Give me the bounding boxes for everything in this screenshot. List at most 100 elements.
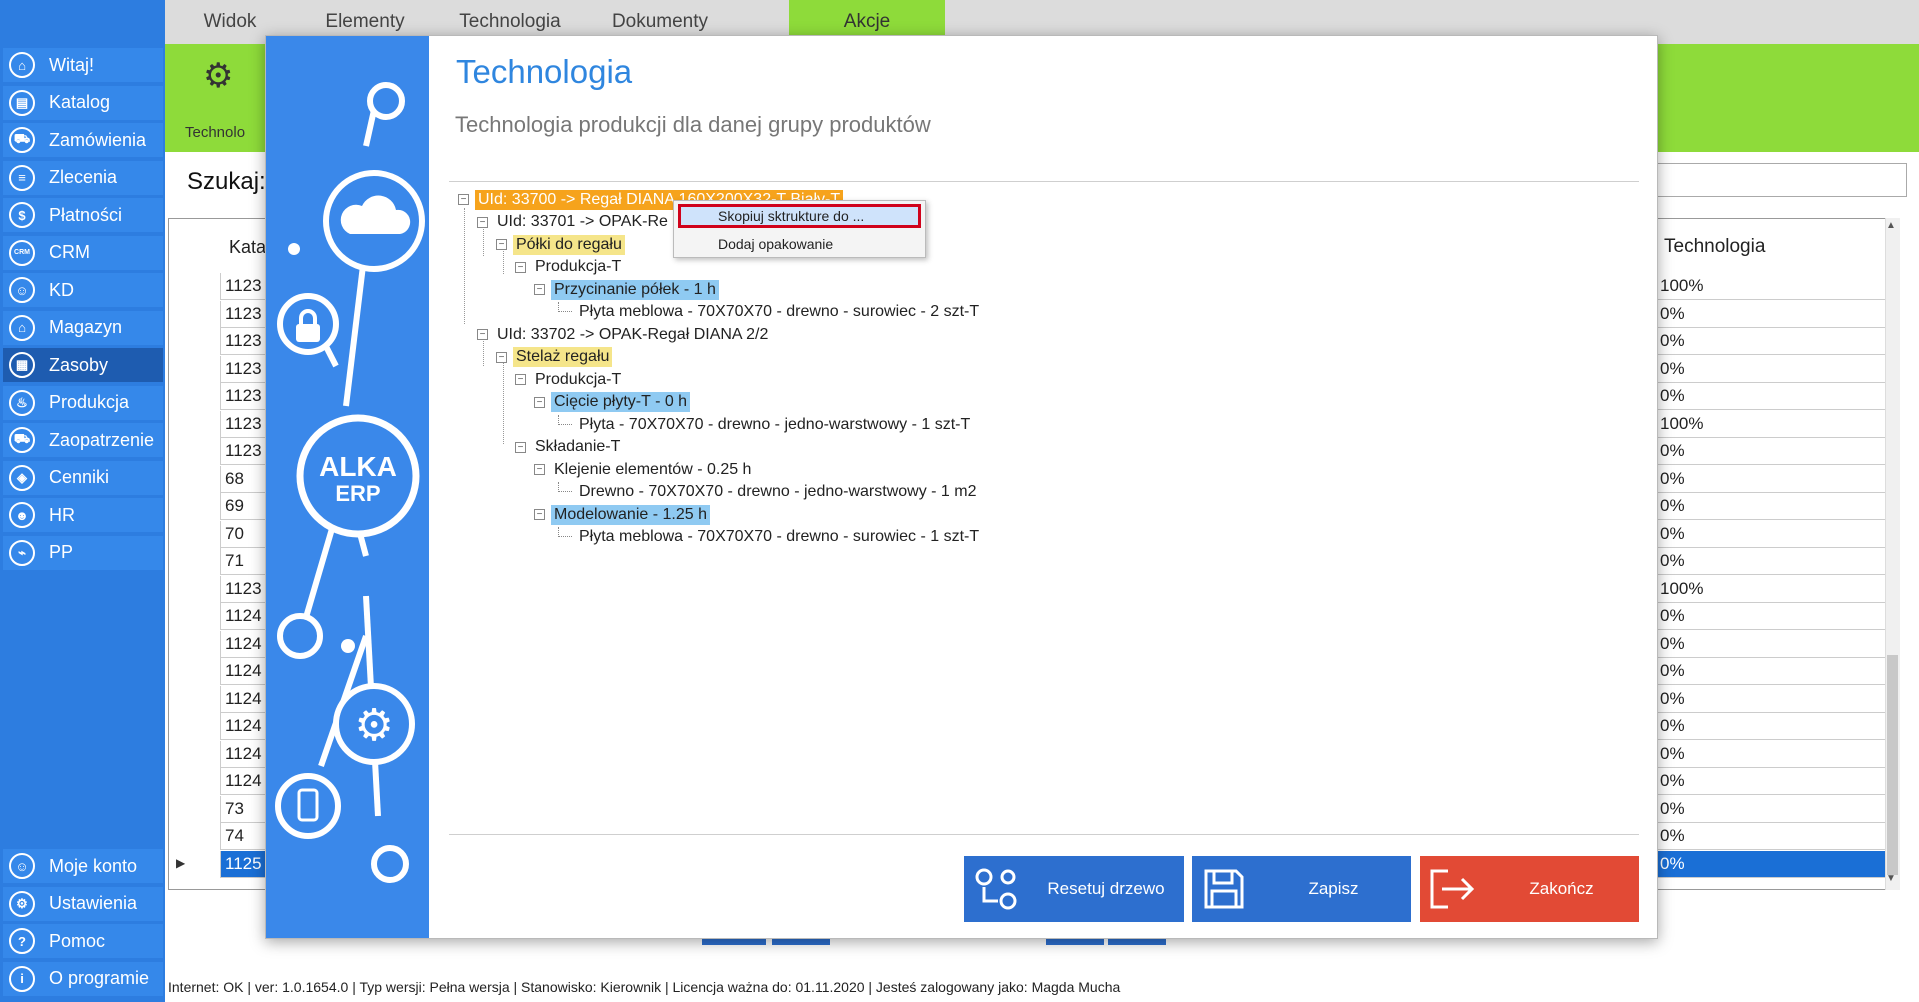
collapse-icon[interactable]: − (534, 464, 545, 475)
collapse-icon[interactable]: − (477, 329, 488, 340)
sidebar-item-katalog[interactable]: ▤ Katalog (3, 85, 163, 120)
tree-node[interactable]: − UId: 33701 -> OPAK-Re (477, 212, 671, 233)
sidebar-item-płatności[interactable]: $ Płatności (3, 198, 163, 232)
tree-node[interactable]: − Składanie-T (515, 437, 623, 458)
technology-tree[interactable]: − UId: 33700 -> Regał DIANA 160X200X32-T … (456, 186, 1636, 826)
collapse-icon[interactable]: − (515, 261, 526, 273)
tree-node[interactable]: − Produkcja-T (515, 257, 624, 278)
sidebar-item-pomoc[interactable]: ? Pomoc (3, 924, 163, 958)
save-button[interactable]: Zapisz (1192, 856, 1411, 922)
sidebar-item-ustawienia[interactable]: ⚙ Ustawienia (3, 886, 163, 921)
sidebar-item-pp[interactable]: ⌁ PP (3, 535, 163, 570)
context-menu-item-copy-structure[interactable]: Skopiuj sktrukture do ... (678, 204, 921, 228)
reset-tree-button[interactable]: Resetuj drzewo (964, 856, 1184, 922)
sidebar-item-zamówienia[interactable]: ⛟ Zamówienia (3, 123, 163, 157)
sidebar: ⌂ Witaj! ▤ Katalog ⛟ Zamówienia ≡ Zlecenia $ Płat… (0, 0, 165, 1002)
tree-node[interactable]: − Klejenie elementów - 0.25 h (534, 459, 754, 480)
table-cell-technologia[interactable]: 0% (1655, 823, 1895, 850)
settings-icon: ⚙ (9, 890, 35, 917)
floppy-disk-icon (1192, 865, 1256, 913)
close-button[interactable]: Zakończ (1420, 856, 1639, 922)
table-cell-technologia[interactable]: 0% (1655, 466, 1895, 493)
sidebar-item-label: Witaj! (49, 54, 94, 75)
sidebar-item-zaopatrzenie[interactable]: ⛟ Zaopatrzenie (3, 423, 163, 457)
context-menu-item-add-packaging[interactable]: Dodaj opakowanie (678, 232, 921, 256)
table-cell-technologia[interactable]: 0% (1655, 658, 1895, 685)
table-cell-technologia[interactable]: 100% (1655, 411, 1895, 438)
tree-node[interactable]: − Przycinanie półek - 1 h (534, 279, 719, 300)
tree-node-label: Modelowanie - 1.25 h (551, 504, 710, 525)
column-header-technologia[interactable]: Technologia (1658, 224, 1895, 270)
tree-node-label: Płyta meblowa - 70X70X70 - drewno - suro… (579, 528, 980, 545)
sidebar-item-crm[interactable]: CRM CRM (3, 235, 163, 270)
sidebar-item-o-programie[interactable]: i O programie (3, 961, 163, 996)
sidebar-item-hr[interactable]: ☻ HR (3, 498, 163, 532)
tree-node[interactable]: Płyta meblowa - 70X70X70 - drewno - suro… (558, 527, 982, 548)
sidebar-item-moje-konto[interactable]: ☺ Moje konto (3, 849, 163, 883)
table-cell-technologia[interactable]: 0% (1655, 438, 1895, 465)
collapse-icon[interactable]: − (496, 351, 507, 363)
table-cell-technologia[interactable]: 0% (1655, 383, 1895, 410)
collapse-icon[interactable]: − (534, 509, 545, 520)
tree-node[interactable]: Płyta - 70X70X70 - drewno - jedno-warstw… (558, 414, 973, 435)
cart-icon: ⛟ (9, 127, 35, 153)
tree-node[interactable]: − Stelaż regału (496, 347, 613, 368)
collapse-icon[interactable]: − (458, 194, 469, 205)
reset-gears-icon (964, 865, 1028, 913)
table-cell-technologia[interactable]: 0% (1655, 493, 1895, 520)
tree-node[interactable]: − Modelowanie - 1.25 h (534, 504, 710, 525)
tree-node[interactable]: Drewno - 70X70X70 - drewno - jedno-warst… (558, 482, 980, 503)
collapse-icon[interactable]: − (515, 441, 526, 453)
table-cell-technologia[interactable]: 0% (1655, 521, 1895, 548)
table-cell-technologia[interactable]: 0% (1655, 713, 1895, 740)
tree-node[interactable]: − UId: 33702 -> OPAK-Regał DIANA 2/2 (477, 324, 771, 345)
table-cell-technologia[interactable]: 0% (1655, 548, 1895, 575)
collapse-icon[interactable]: − (534, 284, 545, 295)
sidebar-item-zasoby[interactable]: ▦ Zasoby (3, 348, 163, 382)
list-icon: ≡ (9, 164, 35, 191)
table-cell-technologia[interactable]: 0% (1655, 768, 1895, 795)
table-cell-technologia[interactable]: 0% (1655, 741, 1895, 768)
tree-node[interactable]: Płyta meblowa - 70X70X70 - drewno - suro… (558, 302, 982, 323)
scroll-down-icon[interactable]: ▼ (1886, 873, 1896, 884)
collapse-icon[interactable]: − (534, 396, 545, 408)
tree-node-label: Produkcja-T (535, 258, 622, 275)
resources-icon: ▦ (9, 352, 35, 378)
table-cell-technologia[interactable]: 100% (1655, 273, 1895, 300)
scroll-up-icon[interactable]: ▲ (1886, 220, 1896, 231)
sidebar-item-label: Zamówienia (49, 129, 147, 150)
scrollbar-thumb[interactable] (1887, 655, 1898, 875)
collapse-icon[interactable]: − (515, 374, 526, 385)
table-cell-technologia[interactable]: 0% (1655, 356, 1895, 383)
tree-node-label: Produkcja-T (535, 370, 622, 388)
sidebar-item-zlecenia[interactable]: ≡ Zlecenia (3, 160, 163, 195)
sidebar-item-magazyn[interactable]: ⌂ Magazyn (3, 310, 163, 345)
table-cell-technologia[interactable]: 0% (1655, 850, 1895, 878)
tree-node-label: Stelaż regału (513, 347, 613, 367)
sidebar-item-label: Pomoc (49, 930, 106, 951)
table-cell-technologia[interactable]: 100% (1655, 576, 1895, 603)
ribbon-technology-button[interactable]: ⚙ Technolo (185, 52, 255, 148)
tree-node[interactable]: − Produkcja-T (515, 369, 624, 390)
table-cell-technologia[interactable]: 0% (1655, 631, 1895, 658)
logo-text-alka: ALKA (319, 451, 397, 482)
context-menu: Skopiuj sktrukture do ... Dodaj opakowan… (673, 200, 926, 258)
collapse-icon[interactable]: − (496, 239, 507, 250)
dialog-subtitle: Technologia produkcji dla danej grupy pr… (455, 112, 931, 137)
sidebar-item-produkcja[interactable]: ♨ Produkcja (3, 385, 163, 420)
network-illustration: ALKA ERP ⚙ (275, 82, 425, 883)
divider (449, 834, 1639, 835)
dialog-title: Technologia (456, 53, 633, 90)
table-cell-technologia[interactable]: 0% (1655, 603, 1895, 630)
table-cell-technologia[interactable]: 0% (1655, 328, 1895, 355)
collapse-icon[interactable]: − (477, 216, 488, 228)
table-cell-technologia[interactable]: 0% (1655, 796, 1895, 823)
tree-node[interactable]: − Półki do regału (496, 234, 625, 255)
sidebar-item-kd[interactable]: ☺ KD (3, 273, 163, 307)
search-input[interactable] (1655, 163, 1907, 197)
sidebar-item-witaj-[interactable]: ⌂ Witaj! (3, 48, 163, 82)
table-cell-technologia[interactable]: 0% (1655, 301, 1895, 328)
table-cell-technologia[interactable]: 0% (1655, 686, 1895, 713)
sidebar-item-cenniki[interactable]: ◈ Cenniki (3, 460, 163, 495)
tree-node[interactable]: − Cięcie płyty-T - 0 h (534, 392, 691, 413)
